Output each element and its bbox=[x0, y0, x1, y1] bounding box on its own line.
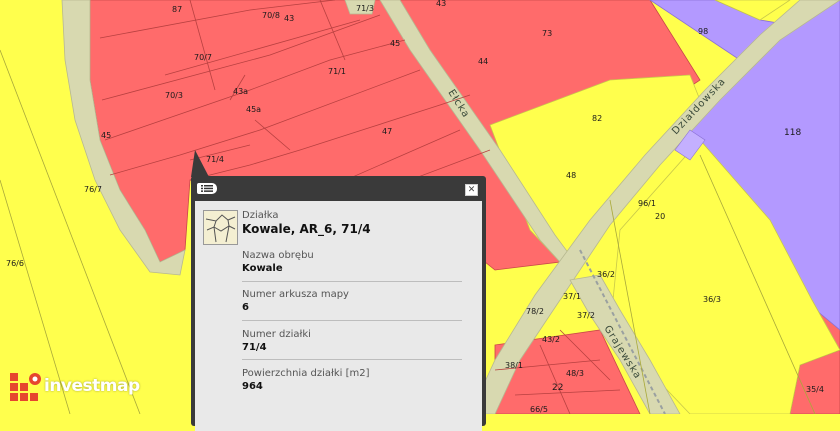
close-icon[interactable]: ✕ bbox=[465, 184, 478, 196]
investmap-logo-glyph bbox=[10, 373, 41, 401]
parcel-number: 20 bbox=[655, 212, 665, 221]
parcel-number: 22 bbox=[552, 383, 563, 393]
list-icon-glyph bbox=[201, 185, 213, 192]
parcel-number: 37/1 bbox=[563, 292, 581, 301]
field-label: Nazwa obrębu bbox=[242, 250, 314, 261]
parcel-number: 48/3 bbox=[566, 369, 584, 378]
brand-name: investmap bbox=[44, 376, 140, 396]
parcel-number: 44 bbox=[478, 57, 488, 66]
parcel-number: 71/3 bbox=[356, 4, 374, 13]
parcel-number: 37/2 bbox=[577, 311, 595, 320]
parcel-info-popup: ✕ Działka Kowale, AR_6, 71/4 Nazwa obręb… bbox=[191, 176, 486, 431]
field-value: Kowale bbox=[242, 263, 283, 274]
parcel-number: 43 bbox=[284, 14, 294, 23]
parcel-number: 78/2 bbox=[526, 307, 544, 316]
parcel-number: 70/7 bbox=[194, 53, 212, 62]
parcel-number: 35/4 bbox=[806, 385, 824, 394]
parcel-number: 45 bbox=[390, 39, 400, 48]
popup-pointer bbox=[191, 150, 209, 177]
field-value: 6 bbox=[242, 302, 249, 313]
field-label: Powierzchnia działki [m2] bbox=[242, 368, 370, 379]
field-numer-arkusza: Numer arkusza mapy 6 bbox=[242, 289, 462, 314]
popup-title-value: Kowale, AR_6, 71/4 bbox=[242, 222, 371, 236]
popup-title-block: Działka Kowale, AR_6, 71/4 bbox=[242, 210, 462, 237]
parcel-number: 76/7 bbox=[84, 185, 102, 194]
parcel-number: 43 bbox=[436, 0, 446, 8]
parcel-number: 98 bbox=[698, 27, 708, 36]
parcel-number: 73 bbox=[542, 29, 552, 38]
field-divider bbox=[242, 320, 462, 321]
parcel-number: 118 bbox=[784, 128, 801, 138]
parcel-number: 82 bbox=[592, 114, 602, 123]
list-icon[interactable] bbox=[197, 183, 217, 194]
parcel-number: 36/2 bbox=[597, 270, 615, 279]
parcel-number: 45a bbox=[246, 105, 261, 114]
parcel-map-icon bbox=[203, 210, 238, 245]
popup-body: Działka Kowale, AR_6, 71/4 Nazwa obrębu … bbox=[195, 201, 482, 431]
field-divider bbox=[242, 281, 462, 282]
field-divider bbox=[242, 359, 462, 360]
popup-title-label: Działka bbox=[242, 210, 279, 221]
parcel-number: 66/5 bbox=[530, 405, 548, 414]
parcel-number: 45 bbox=[101, 131, 111, 140]
parcel-number: 87 bbox=[172, 5, 182, 14]
parcel-number: 96/1 bbox=[638, 199, 656, 208]
parcel-number: 36/3 bbox=[703, 295, 721, 304]
field-label: Numer działki bbox=[242, 329, 311, 340]
parcel-number: 76/6 bbox=[6, 259, 24, 268]
field-label: Numer arkusza mapy bbox=[242, 289, 349, 300]
parcel-number: 38/1 bbox=[505, 361, 523, 370]
field-powierzchnia: Powierzchnia działki [m2] 964 bbox=[242, 368, 462, 393]
parcel-number: 48 bbox=[566, 171, 576, 180]
popup-header: ✕ bbox=[191, 176, 486, 199]
parcel-number: 70/8 bbox=[262, 11, 280, 20]
parcel-number: 43/2 bbox=[542, 335, 560, 344]
field-value: 71/4 bbox=[242, 342, 267, 353]
field-value: 964 bbox=[242, 381, 263, 392]
parcel-number: 70/3 bbox=[165, 91, 183, 100]
parcel-number: 71/1 bbox=[328, 67, 346, 76]
parcel-number: 47 bbox=[382, 127, 392, 136]
parcel-number: 43a bbox=[233, 87, 248, 96]
field-numer-dzialki: Numer działki 71/4 bbox=[242, 329, 462, 354]
field-nazwa-obrebu: Nazwa obrębu Kowale bbox=[242, 250, 462, 275]
